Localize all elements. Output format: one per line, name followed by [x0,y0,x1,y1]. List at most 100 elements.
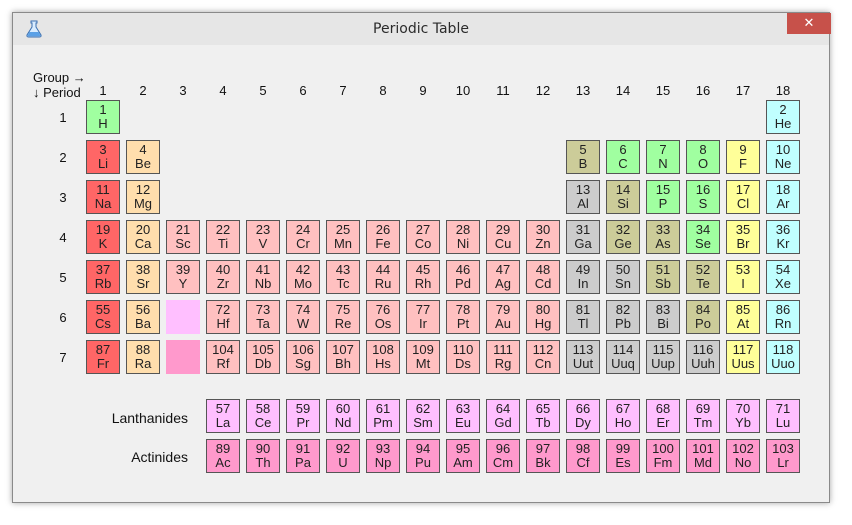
element-cell[interactable]: 63 Eu [446,399,480,433]
element-cell[interactable]: 7N [646,140,680,174]
element-cell[interactable]: 16 S [686,180,720,214]
title-bar[interactable]: Periodic Table [13,13,829,45]
element-cell[interactable]: 39 Y [166,260,200,294]
element-cell[interactable]: 18 Ar [766,180,800,214]
element-cell[interactable]: 108 Hs [366,340,400,374]
element-cell[interactable]: 64 Gd [486,399,520,433]
element-cell[interactable]: 26 Fe [366,220,400,254]
element-cell[interactable]: 27 Co [406,220,440,254]
element-cell[interactable]: 1H [86,100,120,134]
element-cell[interactable]: 3 Li [86,140,120,174]
element-cell[interactable]: 66 Dy [566,399,600,433]
element-cell[interactable]: 11 Na [86,180,120,214]
element-cell[interactable]: 92 U [326,439,360,473]
element-cell[interactable]: 103 Lr [766,439,800,473]
element-cell[interactable]: 68 Er [646,399,680,433]
element-cell[interactable]: 85 At [726,300,760,334]
element-cell[interactable]: 35 Br [726,220,760,254]
element-cell[interactable]: 10 Ne [766,140,800,174]
element-cell[interactable]: 20 Ca [126,220,160,254]
element-cell[interactable]: 37 Rb [86,260,120,294]
element-cell[interactable]: 51 Sb [646,260,680,294]
element-cell[interactable]: 23 V [246,220,280,254]
element-cell[interactable]: 96 Cm [486,439,520,473]
element-cell[interactable]: 75 Re [326,300,360,334]
element-cell[interactable]: 31 Ga [566,220,600,254]
element-cell[interactable]: 17 Cl [726,180,760,214]
element-cell[interactable]: 86 Rn [766,300,800,334]
element-cell[interactable]: 9F [726,140,760,174]
element-cell[interactable]: 117 Uus [726,340,760,374]
element-cell[interactable]: 12 Mg [126,180,160,214]
element-cell[interactable]: 97 Bk [526,439,560,473]
element-cell[interactable]: 50 Sn [606,260,640,294]
element-cell[interactable]: 112 Cn [526,340,560,374]
element-cell[interactable]: 73 Ta [246,300,280,334]
element-cell[interactable]: 15 P [646,180,680,214]
element-cell[interactable]: 89 Ac [206,439,240,473]
element-cell[interactable]: 59 Pr [286,399,320,433]
element-cell[interactable]: 49 In [566,260,600,294]
element-cell[interactable]: 2 He [766,100,800,134]
element-cell[interactable]: 53 I [726,260,760,294]
element-cell[interactable]: 93 Np [366,439,400,473]
element-cell[interactable]: 111 Rg [486,340,520,374]
element-cell[interactable]: 13 Al [566,180,600,214]
element-cell[interactable]: 84 Po [686,300,720,334]
element-cell[interactable]: 36 Kr [766,220,800,254]
element-cell[interactable]: 74 W [286,300,320,334]
element-cell[interactable]: 115 Uup [646,340,680,374]
element-cell[interactable]: 90 Th [246,439,280,473]
element-cell[interactable]: 62 Sm [406,399,440,433]
element-cell[interactable]: 33 As [646,220,680,254]
element-cell[interactable]: 54 Xe [766,260,800,294]
element-cell[interactable]: 38 Sr [126,260,160,294]
element-cell[interactable]: 45 Rh [406,260,440,294]
element-cell[interactable]: 72 Hf [206,300,240,334]
element-cell[interactable]: 77 Ir [406,300,440,334]
element-cell[interactable]: 109 Mt [406,340,440,374]
element-cell[interactable]: 47 Ag [486,260,520,294]
element-cell[interactable]: 106 Sg [286,340,320,374]
element-cell[interactable]: 57 La [206,399,240,433]
element-cell[interactable]: 4 Be [126,140,160,174]
element-cell[interactable]: 52 Te [686,260,720,294]
lanthanide-placeholder[interactable] [166,300,200,334]
element-cell[interactable]: 98 Cf [566,439,600,473]
element-cell[interactable]: 34 Se [686,220,720,254]
element-cell[interactable]: 79 Au [486,300,520,334]
element-cell[interactable]: 76 Os [366,300,400,334]
element-cell[interactable]: 102 No [726,439,760,473]
element-cell[interactable]: 113 Uut [566,340,600,374]
element-cell[interactable]: 95 Am [446,439,480,473]
element-cell[interactable]: 78 Pt [446,300,480,334]
element-cell[interactable]: 71 Lu [766,399,800,433]
element-cell[interactable]: 21 Sc [166,220,200,254]
element-cell[interactable]: 81 Tl [566,300,600,334]
element-cell[interactable]: 6C [606,140,640,174]
element-cell[interactable]: 58 Ce [246,399,280,433]
element-cell[interactable]: 56 Ba [126,300,160,334]
element-cell[interactable]: 104 Rf [206,340,240,374]
element-cell[interactable]: 101 Md [686,439,720,473]
element-cell[interactable]: 99 Es [606,439,640,473]
element-cell[interactable]: 70 Yb [726,399,760,433]
element-cell[interactable]: 110 Ds [446,340,480,374]
element-cell[interactable]: 42 Mo [286,260,320,294]
element-cell[interactable]: 67 Ho [606,399,640,433]
element-cell[interactable]: 87 Fr [86,340,120,374]
element-cell[interactable]: 14 Si [606,180,640,214]
element-cell[interactable]: 83 Bi [646,300,680,334]
element-cell[interactable]: 88 Ra [126,340,160,374]
element-cell[interactable]: 24 Cr [286,220,320,254]
element-cell[interactable]: 61 Pm [366,399,400,433]
element-cell[interactable]: 91 Pa [286,439,320,473]
element-cell[interactable]: 100 Fm [646,439,680,473]
element-cell[interactable]: 65 Tb [526,399,560,433]
element-cell[interactable]: 82 Pb [606,300,640,334]
element-cell[interactable]: 107 Bh [326,340,360,374]
close-button[interactable]: ✕ [787,13,831,34]
element-cell[interactable]: 60 Nd [326,399,360,433]
element-cell[interactable]: 32 Ge [606,220,640,254]
element-cell[interactable]: 19 K [86,220,120,254]
